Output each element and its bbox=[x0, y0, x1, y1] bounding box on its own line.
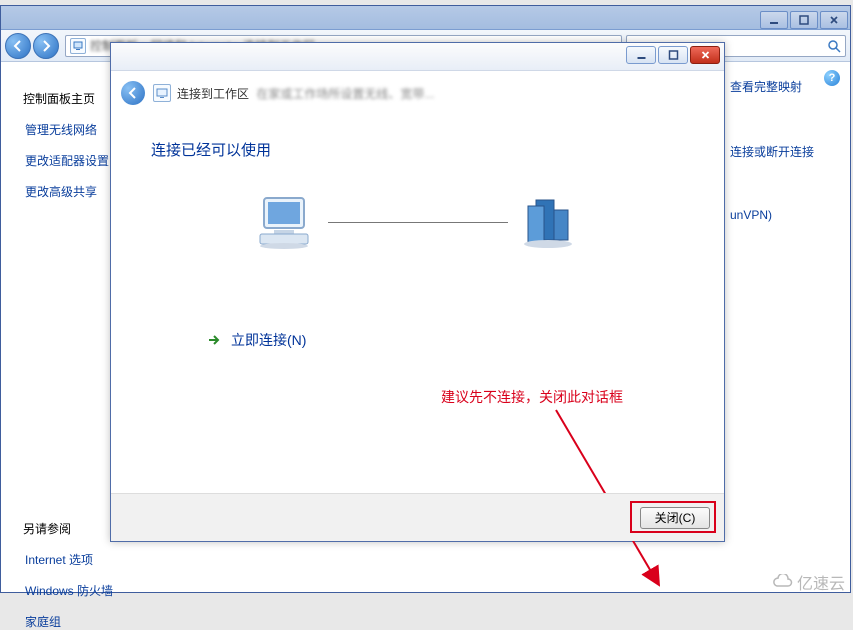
right-link-connect[interactable]: 连接或断开连接 bbox=[730, 143, 834, 160]
dialog-minimize-button[interactable] bbox=[626, 46, 656, 64]
address-icon bbox=[70, 38, 86, 54]
sidebar-item-adapter[interactable]: 更改适配器设置 bbox=[25, 152, 101, 169]
right-link-vpn[interactable]: unVPN) bbox=[730, 208, 834, 222]
sidebar-heading: 控制面板主页 bbox=[23, 90, 101, 107]
close-button-label: 关闭(C) bbox=[655, 509, 696, 526]
right-link-map[interactable]: 查看完整映射 bbox=[730, 78, 834, 95]
computer-icon bbox=[256, 194, 320, 250]
right-link-panel: 查看完整映射 连接或断开连接 unVPN) bbox=[730, 62, 850, 270]
connection-ready-heading: 连接已经可以使用 bbox=[151, 139, 684, 160]
watermark: 亿速云 bbox=[771, 570, 845, 594]
connection-line bbox=[328, 222, 508, 223]
search-icon bbox=[827, 39, 841, 53]
connect-workplace-dialog: 连接到工作区 在家或工作场所设置无线、宽带... 连接已经可以使用 bbox=[110, 42, 725, 542]
sidebar: 控制面板主页 管理无线网络 更改适配器设置 更改高级共享 另请参阅 Intern… bbox=[1, 62, 101, 592]
outer-window-buttons bbox=[758, 11, 848, 29]
dialog-header: 连接到工作区 在家或工作场所设置无线、宽带... bbox=[111, 71, 724, 115]
see-also-firewall[interactable]: Windows 防火墙 bbox=[25, 582, 101, 599]
outer-titlebar bbox=[1, 6, 850, 30]
dialog-button-bar: 关闭(C) bbox=[111, 493, 724, 541]
dialog-title-icon bbox=[153, 84, 171, 102]
dialog-title-extra: 在家或工作场所设置无线、宽带... bbox=[256, 87, 434, 101]
nav-forward-button[interactable] bbox=[33, 33, 59, 59]
dialog-maximize-button[interactable] bbox=[658, 46, 688, 64]
dialog-title: 连接到工作区 在家或工作场所设置无线、宽带... bbox=[177, 85, 434, 102]
cloud-icon bbox=[771, 574, 793, 590]
dialog-content: 连接已经可以使用 立即连接(N) 建议先不连接，关闭此对话框 bbox=[111, 115, 724, 491]
connection-diagram bbox=[151, 194, 684, 250]
sidebar-item-wireless[interactable]: 管理无线网络 bbox=[25, 121, 101, 138]
dialog-titlebar bbox=[111, 43, 724, 71]
dialog-window-buttons bbox=[626, 46, 720, 64]
see-also-heading: 另请参阅 bbox=[23, 520, 101, 537]
close-button[interactable] bbox=[820, 11, 848, 29]
annotation-text: 建议先不连接，关闭此对话框 bbox=[441, 387, 623, 407]
dialog-back-button[interactable] bbox=[121, 81, 145, 105]
see-also-internet[interactable]: Internet 选项 bbox=[25, 551, 101, 568]
minimize-button[interactable] bbox=[760, 11, 788, 29]
nav-back-button[interactable] bbox=[5, 33, 31, 59]
connect-arrow-icon bbox=[207, 333, 221, 347]
see-also-homegroup[interactable]: 家庭组 bbox=[25, 613, 101, 630]
maximize-button[interactable] bbox=[790, 11, 818, 29]
close-button[interactable]: 关闭(C) bbox=[640, 507, 710, 529]
sidebar-item-sharing[interactable]: 更改高级共享 bbox=[25, 183, 101, 200]
connect-now-link[interactable]: 立即连接(N) bbox=[207, 330, 684, 350]
dialog-close-icon[interactable] bbox=[690, 46, 720, 64]
server-icon bbox=[516, 194, 580, 250]
watermark-text: 亿速云 bbox=[797, 570, 845, 594]
dialog-title-text: 连接到工作区 bbox=[177, 87, 249, 101]
connect-now-label: 立即连接(N) bbox=[231, 330, 306, 350]
